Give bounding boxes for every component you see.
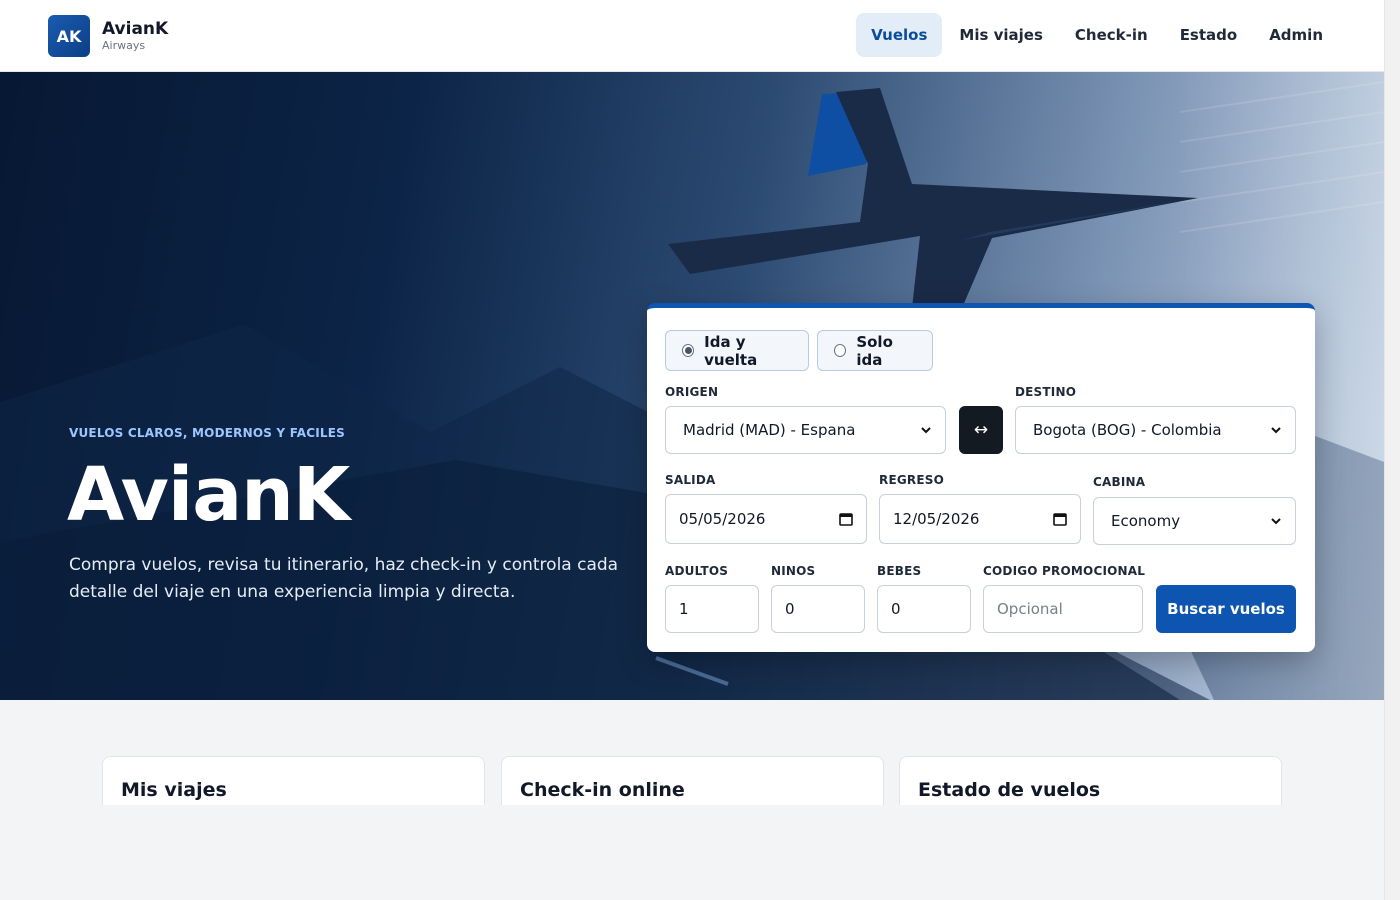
departure-label: SALIDA (665, 473, 716, 487)
flight-search-card: Ida y vuelta Solo ida ORIGEN Madrid (MAD… (647, 303, 1315, 652)
infants-value: 0 (891, 600, 901, 618)
radio-selected-icon (682, 344, 695, 357)
trip-type-one-way[interactable]: Solo ida (817, 330, 933, 371)
promo-placeholder: Opcional (997, 600, 1063, 618)
promo-code-input[interactable]: Opcional (983, 585, 1143, 633)
feature-title: Mis viajes (121, 779, 227, 801)
cabin-label: CABINA (1093, 475, 1146, 489)
origin-label: ORIGEN (665, 385, 719, 399)
return-date-input[interactable]: 12/05/2026 (879, 494, 1081, 544)
page-background-below-fold (0, 805, 1384, 900)
children-value: 0 (785, 600, 795, 618)
departure-value: 05/05/2026 (679, 510, 766, 528)
destination-value: Bogota (BOG) - Colombia (1033, 421, 1222, 439)
hero-eyebrow: VUELOS CLAROS, MODERNOS Y FACILES (69, 426, 345, 440)
nav-check-in[interactable]: Check-in (1060, 13, 1163, 57)
adults-label: ADULTOS (665, 564, 729, 578)
children-input[interactable]: 0 (771, 585, 865, 633)
trip-type-label: Ida y vuelta (704, 332, 758, 369)
infants-label: BEBES (877, 564, 922, 578)
nav-estado[interactable]: Estado (1165, 13, 1253, 57)
children-label: NINOS (771, 564, 816, 578)
feature-title: Check-in online (520, 779, 685, 801)
cabin-value: Economy (1111, 512, 1181, 530)
main-nav: Vuelos Mis viajes Check-in Estado Admin (856, 13, 1338, 57)
adults-input[interactable]: 1 (665, 585, 759, 633)
chevron-down-icon (1271, 518, 1281, 525)
chevron-down-icon (1271, 427, 1281, 434)
destination-label: DESTINO (1015, 385, 1077, 399)
nav-admin[interactable]: Admin (1254, 13, 1338, 57)
swap-icon: ↔ (973, 420, 989, 440)
destination-select[interactable]: Bogota (BOG) - Colombia (1015, 406, 1296, 454)
return-value: 12/05/2026 (893, 510, 980, 528)
brand-logo[interactable]: AK AvianK Airways (48, 15, 168, 57)
vertical-scrollbar[interactable] (1384, 0, 1400, 900)
return-label: REGRESO (879, 473, 944, 487)
hero-description: Compra vuelos, revisa tu itinerario, haz… (69, 555, 619, 602)
origin-value: Madrid (MAD) - Espana (683, 421, 856, 439)
chevron-down-icon (921, 427, 931, 434)
swap-airports-button[interactable]: ↔ (959, 406, 1003, 454)
origin-select[interactable]: Madrid (MAD) - Espana (665, 406, 946, 454)
infants-input[interactable]: 0 (877, 585, 971, 633)
adults-value: 1 (679, 600, 689, 618)
departure-date-input[interactable]: 05/05/2026 (665, 494, 867, 544)
top-header: AK AvianK Airways Vuelos Mis viajes Chec… (0, 0, 1384, 72)
cabin-select[interactable]: Economy (1093, 497, 1296, 545)
logo-mark: AK (48, 15, 90, 57)
nav-vuelos[interactable]: Vuelos (856, 13, 943, 57)
calendar-icon[interactable] (1052, 511, 1068, 527)
nav-mis-viajes[interactable]: Mis viajes (944, 13, 1058, 57)
hero-title: AvianK (67, 452, 350, 538)
radio-unselected-icon (834, 344, 847, 357)
trip-type-round-trip[interactable]: Ida y vuelta (665, 330, 809, 371)
calendar-icon[interactable] (838, 511, 854, 527)
brand-name: AvianK (102, 19, 169, 39)
airplane-illustration (668, 88, 1198, 308)
brand-subtitle: Airways (102, 39, 146, 52)
feature-title: Estado de vuelos (918, 779, 1101, 801)
promo-label: CODIGO PROMOCIONAL (983, 564, 1146, 578)
trip-type-label: Solo ida (856, 332, 893, 369)
search-flights-button[interactable]: Buscar vuelos (1156, 585, 1296, 633)
